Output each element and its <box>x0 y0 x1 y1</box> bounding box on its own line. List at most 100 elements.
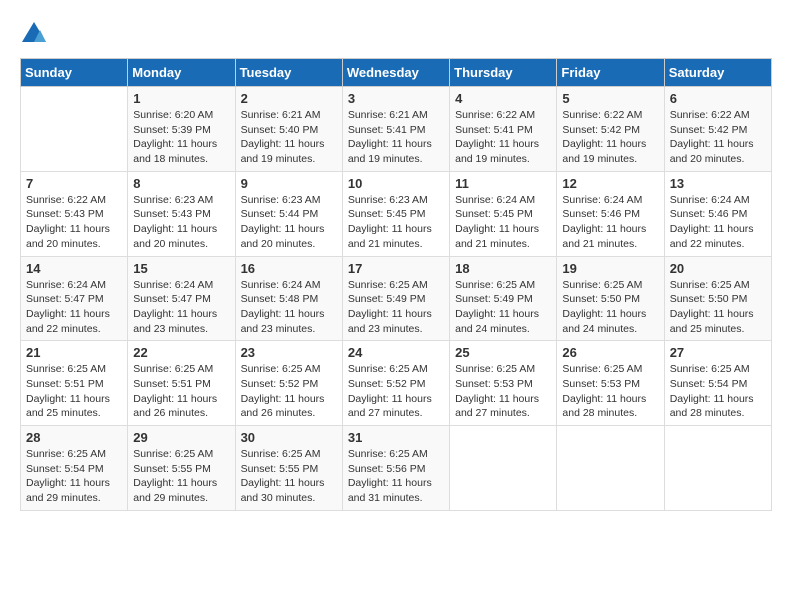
day-info: Sunrise: 6:25 AM Sunset: 5:49 PM Dayligh… <box>455 278 551 337</box>
calendar-day-cell: 19 Sunrise: 6:25 AM Sunset: 5:50 PM Dayli… <box>557 256 664 341</box>
logo <box>20 20 52 48</box>
day-number: 6 <box>670 91 766 106</box>
weekday-header: Sunday <box>21 59 128 87</box>
day-number: 7 <box>26 176 122 191</box>
day-info: Sunrise: 6:24 AM Sunset: 5:47 PM Dayligh… <box>133 278 229 337</box>
day-info: Sunrise: 6:20 AM Sunset: 5:39 PM Dayligh… <box>133 108 229 167</box>
day-number: 29 <box>133 430 229 445</box>
day-info: Sunrise: 6:25 AM Sunset: 5:55 PM Dayligh… <box>241 447 337 506</box>
day-info: Sunrise: 6:24 AM Sunset: 5:47 PM Dayligh… <box>26 278 122 337</box>
day-number: 22 <box>133 345 229 360</box>
weekday-header: Monday <box>128 59 235 87</box>
day-info: Sunrise: 6:22 AM Sunset: 5:42 PM Dayligh… <box>562 108 658 167</box>
day-number: 15 <box>133 261 229 276</box>
calendar-day-cell: 17 Sunrise: 6:25 AM Sunset: 5:49 PM Dayli… <box>342 256 449 341</box>
day-info: Sunrise: 6:22 AM Sunset: 5:41 PM Dayligh… <box>455 108 551 167</box>
calendar-day-cell: 24Sunrise: 6:25 AM Sunset: 5:52 PM Dayli… <box>342 341 449 426</box>
calendar-week-row: 1 Sunrise: 6:20 AM Sunset: 5:39 PM Daylig… <box>21 87 772 172</box>
day-info: Sunrise: 6:24 AM Sunset: 5:46 PM Dayligh… <box>562 193 658 252</box>
day-number: 3 <box>348 91 444 106</box>
day-number: 8 <box>133 176 229 191</box>
day-info: Sunrise: 6:25 AM Sunset: 5:53 PM Dayligh… <box>562 362 658 421</box>
day-number: 28 <box>26 430 122 445</box>
day-number: 26 <box>562 345 658 360</box>
calendar-week-row: 7 Sunrise: 6:22 AM Sunset: 5:43 PM Daylig… <box>21 171 772 256</box>
calendar-day-cell <box>664 426 771 511</box>
calendar-day-cell: 20Sunrise: 6:25 AM Sunset: 5:50 PM Dayli… <box>664 256 771 341</box>
calendar-day-cell: 28 Sunrise: 6:25 AM Sunset: 5:54 PM Dayli… <box>21 426 128 511</box>
calendar-day-cell: 27 Sunrise: 6:25 AM Sunset: 5:54 PM Dayli… <box>664 341 771 426</box>
day-number: 18 <box>455 261 551 276</box>
calendar-day-cell: 23Sunrise: 6:25 AM Sunset: 5:52 PM Dayli… <box>235 341 342 426</box>
weekday-header: Saturday <box>664 59 771 87</box>
day-number: 21 <box>26 345 122 360</box>
day-number: 9 <box>241 176 337 191</box>
calendar-week-row: 28 Sunrise: 6:25 AM Sunset: 5:54 PM Dayli… <box>21 426 772 511</box>
day-number: 5 <box>562 91 658 106</box>
calendar-day-cell: 4 Sunrise: 6:22 AM Sunset: 5:41 PM Daylig… <box>450 87 557 172</box>
page-header <box>20 20 772 48</box>
day-number: 11 <box>455 176 551 191</box>
calendar-day-cell: 10 Sunrise: 6:23 AM Sunset: 5:45 PM Dayli… <box>342 171 449 256</box>
day-info: Sunrise: 6:25 AM Sunset: 5:56 PM Dayligh… <box>348 447 444 506</box>
calendar-day-cell <box>450 426 557 511</box>
calendar-day-cell: 9 Sunrise: 6:23 AM Sunset: 5:44 PM Daylig… <box>235 171 342 256</box>
day-info: Sunrise: 6:23 AM Sunset: 5:43 PM Dayligh… <box>133 193 229 252</box>
calendar-day-cell: 29 Sunrise: 6:25 AM Sunset: 5:55 PM Dayli… <box>128 426 235 511</box>
day-number: 25 <box>455 345 551 360</box>
weekday-header: Thursday <box>450 59 557 87</box>
calendar-day-cell: 15 Sunrise: 6:24 AM Sunset: 5:47 PM Dayli… <box>128 256 235 341</box>
day-number: 1 <box>133 91 229 106</box>
day-number: 4 <box>455 91 551 106</box>
day-info: Sunrise: 6:25 AM Sunset: 5:49 PM Dayligh… <box>348 278 444 337</box>
day-number: 19 <box>562 261 658 276</box>
calendar-day-cell: 3 Sunrise: 6:21 AM Sunset: 5:41 PM Daylig… <box>342 87 449 172</box>
calendar-day-cell: 25Sunrise: 6:25 AM Sunset: 5:53 PM Dayli… <box>450 341 557 426</box>
calendar-day-cell: 18 Sunrise: 6:25 AM Sunset: 5:49 PM Dayli… <box>450 256 557 341</box>
day-info: Sunrise: 6:25 AM Sunset: 5:54 PM Dayligh… <box>26 447 122 506</box>
calendar-day-cell: 13 Sunrise: 6:24 AM Sunset: 5:46 PM Dayli… <box>664 171 771 256</box>
weekday-header-row: SundayMondayTuesdayWednesdayThursdayFrid… <box>21 59 772 87</box>
calendar-day-cell: 26 Sunrise: 6:25 AM Sunset: 5:53 PM Dayli… <box>557 341 664 426</box>
day-info: Sunrise: 6:25 AM Sunset: 5:50 PM Dayligh… <box>562 278 658 337</box>
logo-icon <box>20 20 48 48</box>
day-info: Sunrise: 6:23 AM Sunset: 5:44 PM Dayligh… <box>241 193 337 252</box>
calendar-week-row: 14 Sunrise: 6:24 AM Sunset: 5:47 PM Dayli… <box>21 256 772 341</box>
day-info: Sunrise: 6:24 AM Sunset: 5:46 PM Dayligh… <box>670 193 766 252</box>
day-number: 23 <box>241 345 337 360</box>
day-info: Sunrise: 6:25 AM Sunset: 5:51 PM Dayligh… <box>26 362 122 421</box>
calendar-day-cell: 16Sunrise: 6:24 AM Sunset: 5:48 PM Dayli… <box>235 256 342 341</box>
day-info: Sunrise: 6:22 AM Sunset: 5:43 PM Dayligh… <box>26 193 122 252</box>
calendar-day-cell <box>557 426 664 511</box>
day-info: Sunrise: 6:22 AM Sunset: 5:42 PM Dayligh… <box>670 108 766 167</box>
calendar-day-cell: 22Sunrise: 6:25 AM Sunset: 5:51 PM Dayli… <box>128 341 235 426</box>
day-info: Sunrise: 6:23 AM Sunset: 5:45 PM Dayligh… <box>348 193 444 252</box>
day-number: 27 <box>670 345 766 360</box>
day-info: Sunrise: 6:25 AM Sunset: 5:54 PM Dayligh… <box>670 362 766 421</box>
day-number: 13 <box>670 176 766 191</box>
day-number: 12 <box>562 176 658 191</box>
calendar-day-cell: 31 Sunrise: 6:25 AM Sunset: 5:56 PM Dayli… <box>342 426 449 511</box>
calendar-day-cell: 6 Sunrise: 6:22 AM Sunset: 5:42 PM Daylig… <box>664 87 771 172</box>
day-info: Sunrise: 6:25 AM Sunset: 5:52 PM Dayligh… <box>348 362 444 421</box>
day-number: 14 <box>26 261 122 276</box>
day-number: 17 <box>348 261 444 276</box>
calendar-day-cell <box>21 87 128 172</box>
calendar-day-cell: 11Sunrise: 6:24 AM Sunset: 5:45 PM Dayli… <box>450 171 557 256</box>
day-info: Sunrise: 6:21 AM Sunset: 5:41 PM Dayligh… <box>348 108 444 167</box>
day-info: Sunrise: 6:25 AM Sunset: 5:55 PM Dayligh… <box>133 447 229 506</box>
weekday-header: Friday <box>557 59 664 87</box>
calendar-day-cell: 30Sunrise: 6:25 AM Sunset: 5:55 PM Dayli… <box>235 426 342 511</box>
day-number: 16 <box>241 261 337 276</box>
day-info: Sunrise: 6:21 AM Sunset: 5:40 PM Dayligh… <box>241 108 337 167</box>
calendar-day-cell: 5 Sunrise: 6:22 AM Sunset: 5:42 PM Daylig… <box>557 87 664 172</box>
calendar-day-cell: 8 Sunrise: 6:23 AM Sunset: 5:43 PM Daylig… <box>128 171 235 256</box>
calendar-day-cell: 2Sunrise: 6:21 AM Sunset: 5:40 PM Daylig… <box>235 87 342 172</box>
calendar-table: SundayMondayTuesdayWednesdayThursdayFrid… <box>20 58 772 511</box>
calendar-day-cell: 12 Sunrise: 6:24 AM Sunset: 5:46 PM Dayli… <box>557 171 664 256</box>
day-number: 10 <box>348 176 444 191</box>
calendar-day-cell: 14 Sunrise: 6:24 AM Sunset: 5:47 PM Dayli… <box>21 256 128 341</box>
calendar-day-cell: 1 Sunrise: 6:20 AM Sunset: 5:39 PM Daylig… <box>128 87 235 172</box>
day-number: 31 <box>348 430 444 445</box>
calendar-day-cell: 21 Sunrise: 6:25 AM Sunset: 5:51 PM Dayli… <box>21 341 128 426</box>
